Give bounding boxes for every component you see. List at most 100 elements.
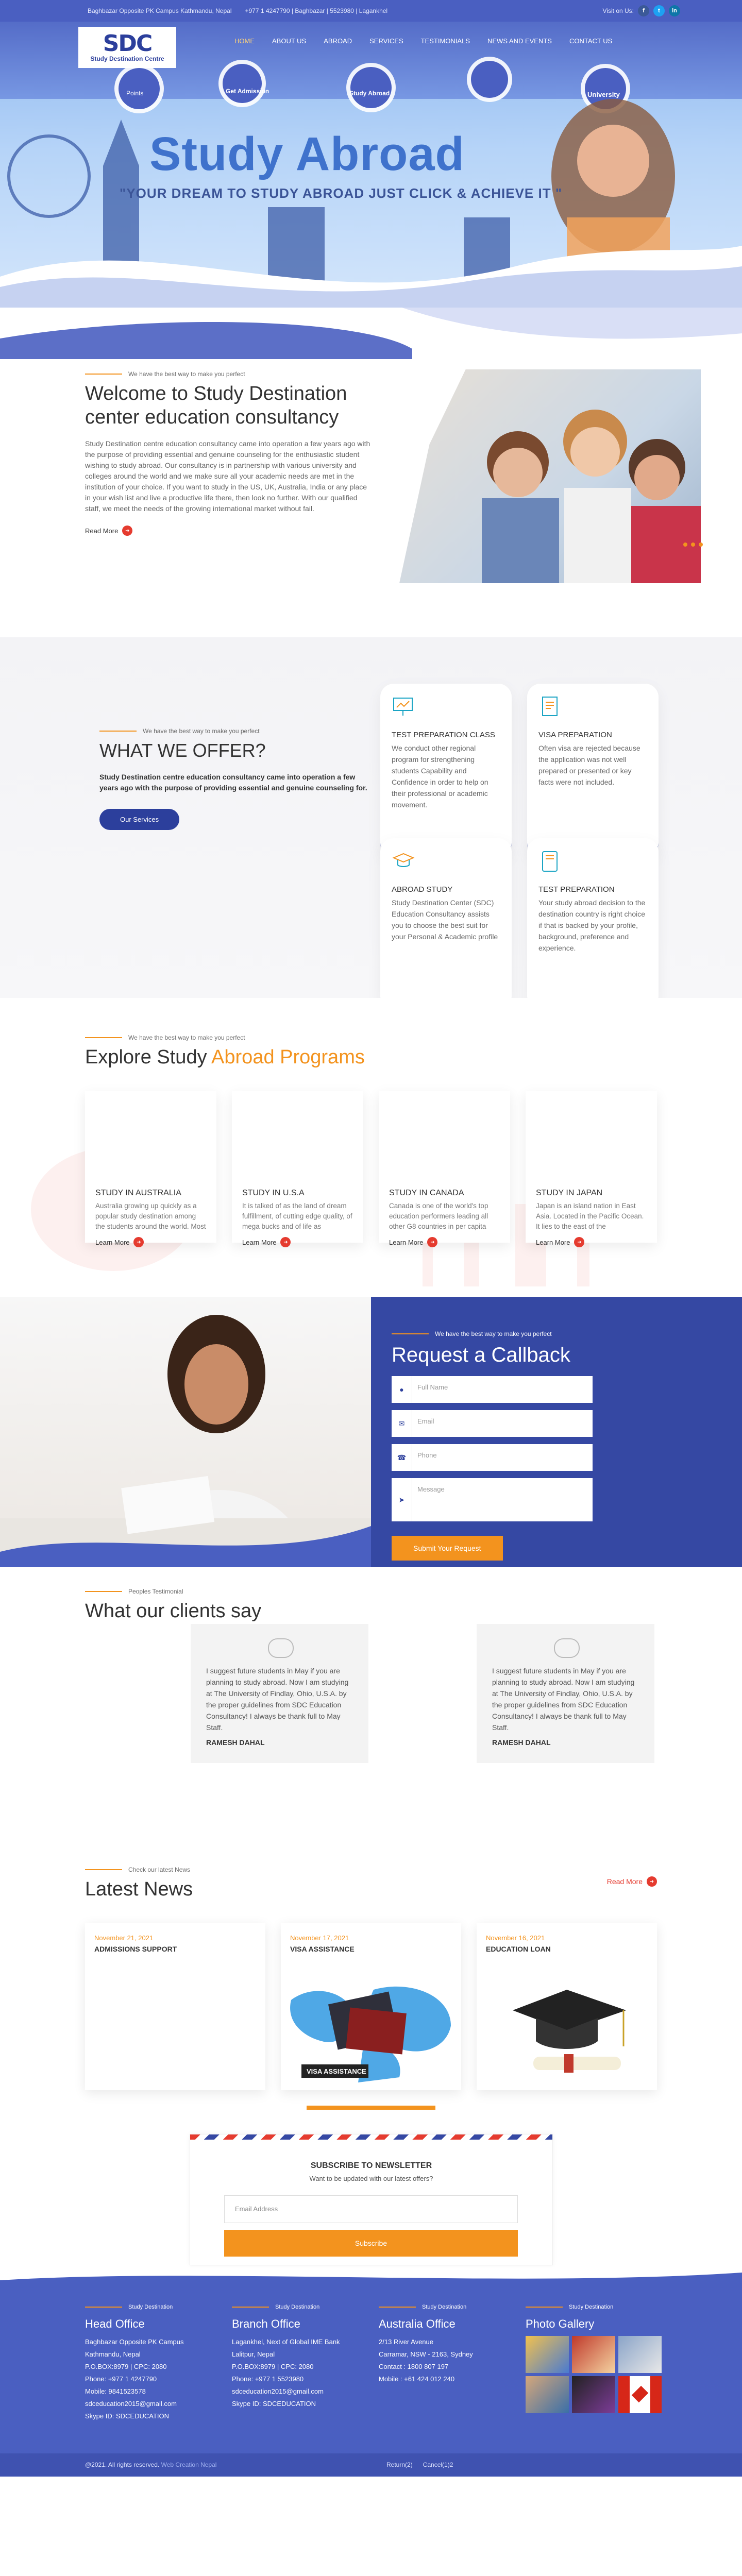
program-card-usa[interactable]: STUDY IN U.S.A It is talked of as the la… [232,1091,363,1247]
testimonials-header: Peoples Testimonial What our clients say [85,1588,261,1623]
footer-line: Phone: +977 1 5523980 [232,2375,304,2383]
program-card-canada[interactable]: STUDY IN CANADA Canada is one of the wor… [379,1091,510,1247]
offer-body: Study Destination centre education consu… [99,773,367,792]
program-learn-more[interactable]: Learn More ➜ [95,1237,144,1247]
logo-subtitle: Study Destination Centre [90,55,164,62]
footer-line: Skype ID: SDCEDUCATION [85,2412,170,2420]
footer-link[interactable]: Cancel(1)2 [423,2461,453,2468]
gallery-thumb[interactable] [572,2336,615,2373]
program-learn-more[interactable]: Learn More ➜ [389,1237,438,1247]
gallery-thumb[interactable] [572,2376,615,2413]
footer-line[interactable]: sdceducation2015@gmail.com [232,2385,356,2398]
gallery-thumb[interactable] [526,2336,569,2373]
card-title: VISA PREPARATION [538,731,612,739]
logo[interactable]: SDC Study Destination Centre [78,27,176,68]
news-date: November 17, 2021 [290,1934,349,1942]
callback-kicker: We have the best way to make you perfect [392,1330,593,1337]
linkedin-icon[interactable]: in [669,5,680,16]
send-icon: ➤ [392,1478,412,1521]
programs-title-plain: Explore Study [85,1046,212,1068]
program-learn-more[interactable]: Learn More ➜ [242,1237,291,1247]
program-text: Japan is an island nation in East Asia. … [536,1202,644,1230]
facebook-icon[interactable]: f [638,5,649,16]
nav-item-home[interactable]: HOME [234,37,255,45]
callback-form: We have the best way to make you perfect… [392,1330,593,1561]
footer-link[interactable]: Return(2) [386,2461,413,2468]
offer-card-test-preparation[interactable]: TEST PREPARATION Your study abroad decis… [527,838,659,1011]
card-text: We conduct other regional program for st… [392,744,488,809]
news-read-more-label: Read More [606,1877,643,1886]
testimonials-kicker-text: Peoples Testimonial [128,1588,183,1595]
message-field[interactable]: ➤ Message [392,1478,593,1521]
read-more-label: Read More [85,527,119,535]
email-field[interactable]: ✉ Email [392,1410,593,1437]
footer-line: Skype ID: SDCEDUCATION [232,2400,316,2408]
our-services-button[interactable]: Our Services [99,809,180,830]
social-links: Visit on Us: f t in [603,5,680,16]
callback-kicker-text: We have the best way to make you perfect [435,1330,552,1337]
airmail-stripe [190,2134,552,2140]
twitter-icon[interactable]: t [653,5,665,16]
gallery-thumb[interactable] [618,2336,662,2373]
logo-letters: SDC [103,30,153,57]
offer-card-abroad-study[interactable]: ABROAD STUDY Study Destination Center (S… [380,838,512,1011]
document-icon [542,697,558,716]
news-title-text: EDUCATION LOAN [486,1945,551,1953]
submit-request-button[interactable]: Submit Your Request [392,1536,503,1561]
news-card-admissions[interactable]: November 21, 2021 ADMISSIONS SUPPORT [85,1923,265,2090]
footer-line: Lagankhel, Next of Global IME Bank [232,2338,340,2346]
testimonials-section: Peoples Testimonial What our clients say… [0,1567,742,1845]
offer-title: WHAT WE OFFER? [99,740,266,761]
arrow-right-icon: ➜ [427,1237,438,1247]
full-name-field[interactable]: ● Full Name [392,1376,593,1403]
program-card-australia[interactable]: STUDY IN AUSTRALIA Australia growing up … [85,1091,216,1247]
kicker-line [379,2307,416,2308]
bubble-1: Points [126,90,144,97]
copyright-bar: @2021. All rights reserved. Web Creation… [0,2453,742,2477]
phone-placeholder: Phone [417,1451,437,1459]
footer-line[interactable]: sdceducation2015@gmail.com [85,2398,209,2410]
phone-field[interactable]: ☎ Phone [392,1444,593,1471]
kicker-line [85,1869,122,1870]
copyright-text: @2021. All rights reserved. [85,2461,160,2468]
footer-kicker-text: Study Destination [422,2304,467,2310]
subscribe-button[interactable]: Subscribe [224,2230,518,2257]
nav-item-about[interactable]: ABOUT US [272,37,306,45]
arrow-right-icon: ➜ [280,1237,291,1247]
visit-label: Visit on Us: [602,7,634,14]
news-card-visa[interactable]: November 17, 2021 VISA ASSISTANCE VISA A… [281,1923,461,2090]
offer-card-test-prep-class[interactable]: TEST PREPARATION CLASS We conduct other … [380,684,512,856]
card-text: Often visa are rejected because the appl… [538,744,640,786]
news-card-loan[interactable]: November 16, 2021 EDUCATION LOAN [477,1923,657,2090]
footer-kicker-text: Study Destination [275,2304,320,2310]
learn-more-label: Learn More [389,1238,424,1246]
gallery-thumb[interactable] [526,2376,569,2413]
gallery-thumb[interactable] [618,2376,662,2413]
welcome-read-more[interactable]: Read More ➜ [85,526,133,536]
mail-icon: ✉ [392,1410,412,1437]
footer-kicker: Study Destination [232,2304,356,2310]
program-learn-more[interactable]: Learn More ➜ [536,1237,585,1247]
nav-item-news[interactable]: NEWS AND EVENTS [487,37,552,45]
programs-title-accent: Abroad Programs [211,1046,365,1068]
full-name-placeholder: Full Name [417,1383,448,1391]
nav-item-contact[interactable]: CONTACT US [569,37,612,45]
footer-kicker: Study Destination [526,2304,665,2310]
nav-item-services[interactable]: SERVICES [369,37,403,45]
nav-item-abroad[interactable]: ABROAD [324,37,352,45]
gallery-grid [526,2336,665,2413]
credit-link[interactable]: Web Creation Nepal [161,2461,217,2468]
offer-kicker-text: We have the best way to make you perfect [143,727,260,735]
footer-line: Mobile: 9841523578 [85,2387,146,2395]
offer-card-visa-preparation[interactable]: VISA PREPARATION Often visa are rejected… [527,684,659,856]
news-date: November 21, 2021 [94,1934,154,1942]
news-kicker: Check our latest News [85,1866,193,1873]
news-section: Check our latest News Latest News Read M… [0,1845,742,2124]
program-card-japan[interactable]: STUDY IN JAPAN Japan is an island nation… [526,1091,657,1247]
newsletter-box: SUBSCRIBE TO NEWSLETTER Want to be updat… [190,2134,553,2265]
learn-more-label: Learn More [242,1238,277,1246]
news-read-more[interactable]: Read More ➜ [607,1876,657,1887]
newsletter-email-input[interactable]: Email Address [224,2195,518,2223]
footer-line: Kathmandu, Nepal [85,2350,141,2358]
nav-item-testimonials[interactable]: TESTIMONIALS [421,37,470,45]
